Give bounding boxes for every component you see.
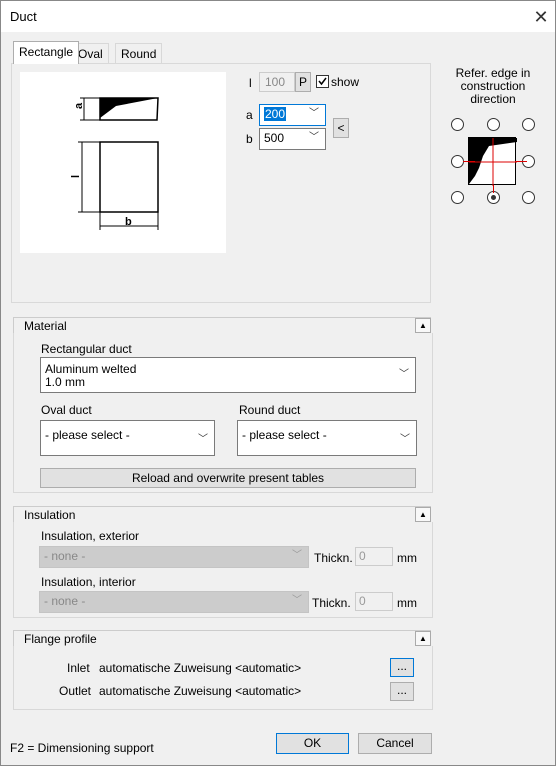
outlet-label: Outlet (59, 684, 92, 698)
reference-duct-icon (469, 138, 517, 186)
chevron-down-icon: ﹀ (292, 595, 302, 606)
show-checkbox[interactable] (316, 75, 329, 88)
p-button[interactable]: P (295, 72, 311, 92)
rectangular-duct-value-line2: 1.0 mm (45, 375, 86, 389)
oval-duct-label: Oval duct (41, 403, 92, 417)
flange-group-title: Flange profile (24, 632, 97, 646)
inlet-browse-button[interactable]: ... (390, 658, 414, 677)
exterior-thickness-label: Thickn. (314, 551, 353, 565)
insulation-interior-label: Insulation, interior (41, 575, 136, 589)
tab-rectangle[interactable]: Rectangle (13, 41, 80, 64)
insulation-exterior-label: Insulation, exterior (41, 529, 140, 543)
insulation-interior-value: - none - (44, 594, 86, 608)
b-value-combo[interactable]: 500 ﹀ (259, 128, 326, 150)
chevron-down-icon: ﹀ (309, 132, 319, 143)
chevron-down-icon: ﹀ (292, 550, 302, 561)
dimensioning-support-hint: F2 = Dimensioning support (10, 741, 154, 755)
dim-label-l: l (70, 175, 82, 178)
inlet-value: automatische Zuweisung <automatic> (99, 661, 302, 675)
title-bar: Duct ✕ (1, 1, 555, 32)
insulation-group-header: Insulation ▲ (13, 506, 431, 522)
interior-thickness-unit: mm (397, 596, 417, 610)
round-duct-value: - please select - (242, 428, 327, 442)
b-label: b (246, 132, 253, 146)
show-label: show (331, 75, 360, 89)
ref-radio-top-left[interactable] (451, 118, 464, 131)
flange-group-header: Flange profile ▲ (13, 630, 431, 646)
material-group-title: Material (24, 319, 67, 333)
cancel-button[interactable]: Cancel (358, 733, 432, 754)
round-duct-label: Round duct (239, 403, 301, 417)
ok-button[interactable]: OK (276, 733, 349, 754)
rectangular-duct-label: Rectangular duct (41, 342, 132, 356)
window-title: Duct (10, 9, 37, 24)
close-icon[interactable]: ✕ (527, 5, 555, 29)
duct-diagram: a l b (70, 97, 159, 230)
reference-edge-title: Refer. edge in construction direction (455, 66, 531, 106)
duct-dialog: Duct ✕ Rectangle Oval Round a l b l 100 … (0, 0, 556, 766)
material-group-header: Material ▲ (13, 317, 431, 333)
reference-edge-preview (468, 137, 517, 186)
l-value-field: 100 (259, 72, 295, 92)
a-value-text: 200 (264, 107, 287, 121)
interior-thickness-label: Thickn. (312, 596, 351, 610)
reload-tables-button[interactable]: Reload and overwrite present tables (40, 468, 416, 488)
chevron-down-icon: ﹀ (309, 108, 319, 119)
ref-radio-bottom-left[interactable] (451, 191, 464, 204)
oval-duct-combo[interactable]: - please select - ﹀ (40, 420, 215, 456)
ref-radio-bottom-right[interactable] (522, 191, 535, 204)
exterior-thickness-unit: mm (397, 551, 417, 565)
round-duct-combo[interactable]: - please select - ﹀ (237, 420, 417, 456)
swap-button[interactable]: < (333, 118, 349, 138)
outlet-value: automatische Zuweisung <automatic> (99, 684, 302, 698)
insulation-exterior-value: - none - (44, 549, 86, 563)
dim-label-b: b (125, 216, 132, 228)
chevron-down-icon: ﹀ (399, 369, 409, 380)
inlet-label: Inlet (67, 661, 90, 675)
outlet-browse-button[interactable]: ... (390, 682, 414, 701)
b-value-text: 500 (264, 131, 285, 145)
collapse-arrow-icon[interactable]: ▲ (415, 507, 431, 522)
duct-cross-section-preview: a l b (20, 72, 226, 253)
chevron-down-icon: ﹀ (400, 434, 410, 445)
insulation-interior-combo: - none - ﹀ (39, 591, 309, 613)
rectangular-duct-value-line1: Aluminum welted (45, 362, 137, 376)
collapse-arrow-icon[interactable]: ▲ (415, 318, 431, 333)
checkmark-icon (318, 77, 327, 86)
rectangular-duct-combo[interactable]: Aluminum welted 1.0 mm ﹀ (40, 357, 416, 393)
interior-thickness-field: 0 (355, 592, 393, 611)
flange-group (13, 646, 433, 710)
a-label: a (246, 108, 253, 122)
ref-radio-top-right[interactable] (522, 118, 535, 131)
oval-duct-value: - please select - (45, 428, 130, 442)
dim-label-a: a (73, 102, 85, 109)
exterior-thickness-field: 0 (355, 547, 393, 566)
insulation-exterior-combo: - none - ﹀ (39, 546, 309, 568)
collapse-arrow-icon[interactable]: ▲ (415, 631, 431, 646)
l-label: l (249, 76, 252, 90)
chevron-down-icon: ﹀ (198, 434, 208, 445)
insulation-group-title: Insulation (24, 508, 76, 522)
ref-radio-top-center[interactable] (487, 118, 500, 131)
a-value-combo[interactable]: 200 ﹀ (259, 104, 326, 126)
tab-round[interactable]: Round (115, 43, 163, 64)
